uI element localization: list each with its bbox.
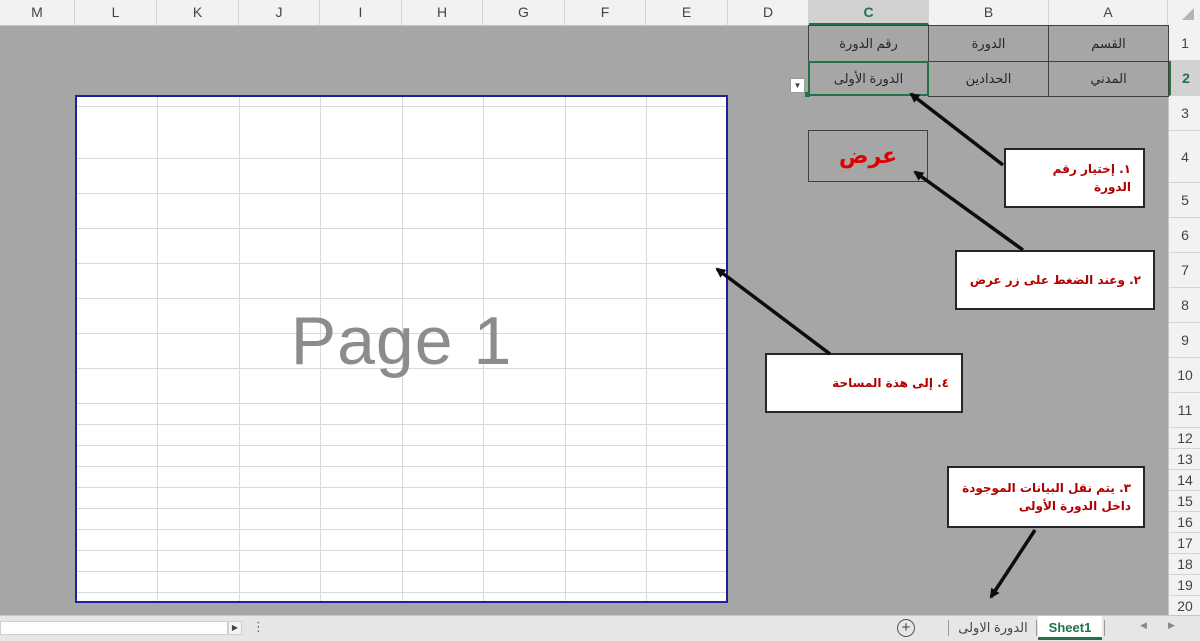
callout-step3-line2: داخل الدورة الأولى bbox=[1018, 499, 1131, 513]
tab-separator bbox=[1104, 620, 1105, 636]
arrow-step4 bbox=[715, 267, 832, 356]
tab-split-handle-icon[interactable]: ⋮ bbox=[252, 619, 265, 635]
sheet-tab-bar: ▶ ⋮ + الدورة الاولى Sheet1 ◀ ▶ bbox=[0, 615, 1200, 641]
row-header-5[interactable]: 5 bbox=[1169, 183, 1200, 218]
callout-step3-line1: ٣. يتم نقل البيانات الموجودة bbox=[962, 481, 1131, 495]
row-header-18[interactable]: 18 bbox=[1169, 554, 1200, 575]
row-header-6[interactable]: 6 bbox=[1169, 218, 1200, 253]
show-button[interactable]: عرض bbox=[808, 130, 928, 182]
validation-dropdown-button[interactable]: ▼ bbox=[790, 78, 805, 93]
cell-b2[interactable]: الحدادين bbox=[928, 61, 1049, 97]
page-watermark-label: Page 1 bbox=[290, 303, 513, 379]
cell-c1[interactable]: رقم الدورة bbox=[808, 25, 929, 62]
row-header-bar: 1 2 3 4 5 6 7 8 9 10 11 12 13 14 15 16 1… bbox=[1168, 25, 1200, 615]
callout-step1: ١. إختيار رقم الدورة bbox=[1004, 148, 1145, 208]
row-header-12[interactable]: 12 bbox=[1169, 428, 1200, 449]
column-header-bar: M L K J I H G F E D C B A bbox=[0, 0, 1200, 26]
row-header-1[interactable]: 1 bbox=[1169, 25, 1200, 61]
column-header-g[interactable]: G bbox=[483, 0, 565, 25]
row-header-10[interactable]: 10 bbox=[1169, 358, 1200, 393]
horizontal-scrollbar[interactable] bbox=[0, 621, 228, 635]
row-header-4[interactable]: 4 bbox=[1169, 131, 1200, 183]
row-header-17[interactable]: 17 bbox=[1169, 533, 1200, 554]
callout-step3: ٣. يتم نقل البيانات الموجودة داخل الدورة… bbox=[947, 466, 1145, 528]
cell-b1[interactable]: الدورة bbox=[928, 25, 1049, 62]
column-header-c[interactable]: C bbox=[809, 0, 929, 25]
row-header-15[interactable]: 15 bbox=[1169, 491, 1200, 512]
row-header-16[interactable]: 16 bbox=[1169, 512, 1200, 533]
select-all-corner[interactable] bbox=[1168, 0, 1200, 25]
tab-separator bbox=[1036, 620, 1037, 636]
column-header-e[interactable]: E bbox=[646, 0, 728, 25]
row-header-13[interactable]: 13 bbox=[1169, 449, 1200, 470]
row-header-7[interactable]: 7 bbox=[1169, 253, 1200, 288]
column-header-j[interactable]: J bbox=[239, 0, 320, 25]
row-header-2[interactable]: 2 bbox=[1169, 61, 1200, 96]
callout-step4: ٤. إلى هذة المساحة bbox=[765, 353, 963, 413]
row-header-11[interactable]: 11 bbox=[1169, 393, 1200, 428]
tab-scroll-left-icon[interactable]: ◀ bbox=[1140, 620, 1147, 631]
column-header-f[interactable]: F bbox=[565, 0, 646, 25]
column-header-h[interactable]: H bbox=[402, 0, 483, 25]
fill-handle[interactable] bbox=[805, 92, 810, 97]
column-header-k[interactable]: K bbox=[157, 0, 239, 25]
row-header-14[interactable]: 14 bbox=[1169, 470, 1200, 491]
tab-sheet1[interactable]: Sheet1 bbox=[1038, 616, 1102, 640]
column-header-i[interactable]: I bbox=[320, 0, 402, 25]
callout-step2: ٢. وعند الضغط على زر عرض bbox=[955, 250, 1155, 310]
arrow-step3 bbox=[989, 529, 1037, 599]
tab-separator bbox=[948, 620, 949, 636]
tab-course1[interactable]: الدورة الاولى bbox=[952, 616, 1034, 640]
column-header-m[interactable]: M bbox=[0, 0, 75, 25]
column-header-d[interactable]: D bbox=[728, 0, 809, 25]
column-header-a[interactable]: A bbox=[1049, 0, 1168, 25]
row-header-3[interactable]: 3 bbox=[1169, 96, 1200, 131]
row-header-19[interactable]: 19 bbox=[1169, 575, 1200, 596]
scroll-right-arrow-icon[interactable]: ▶ bbox=[228, 621, 242, 635]
tab-scroll-right-icon[interactable]: ▶ bbox=[1168, 620, 1175, 631]
add-sheet-icon[interactable]: + bbox=[897, 619, 915, 637]
print-page-area[interactable]: Page 1 bbox=[75, 95, 728, 603]
row-header-8[interactable]: 8 bbox=[1169, 288, 1200, 323]
column-header-l[interactable]: L bbox=[75, 0, 157, 25]
row-header-20[interactable]: 20 bbox=[1169, 596, 1200, 615]
row-header-9[interactable]: 9 bbox=[1169, 323, 1200, 358]
cell-c2-selected[interactable]: الدورة الأولى bbox=[808, 61, 929, 96]
cell-a2[interactable]: المدني bbox=[1048, 61, 1169, 97]
cell-a1[interactable]: القسم bbox=[1048, 25, 1169, 62]
column-header-b[interactable]: B bbox=[929, 0, 1049, 25]
